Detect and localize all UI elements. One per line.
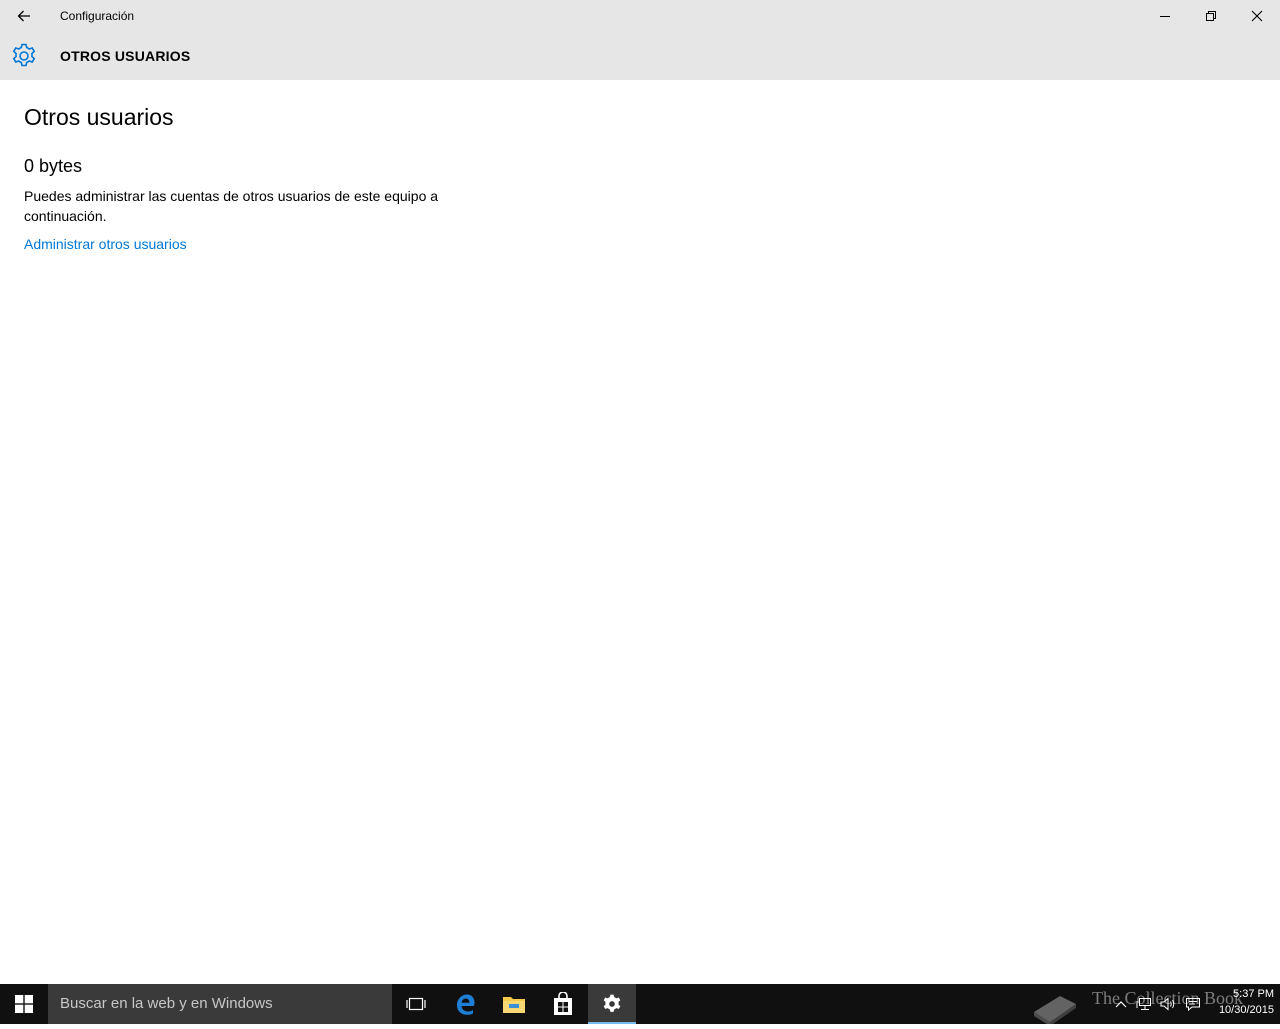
file-explorer-button[interactable]: [490, 984, 538, 1024]
edge-icon: [457, 994, 475, 1015]
page-title: Otros usuarios: [24, 104, 174, 130]
size-heading: 0 bytes: [24, 156, 83, 176]
start-button[interactable]: [0, 984, 48, 1024]
minimize-icon: [1160, 16, 1170, 17]
close-icon: [1251, 10, 1263, 22]
windows-logo-icon: [15, 995, 33, 1013]
window-title: Configuración: [60, 9, 135, 23]
store-button[interactable]: [539, 984, 587, 1024]
clock-date: 10/30/2015: [1218, 1004, 1274, 1016]
taskbar: Buscar en la web y en Windows The Collec…: [0, 984, 1280, 1026]
restore-button[interactable]: [1188, 0, 1234, 32]
search-box[interactable]: Buscar en la web y en Windows: [48, 984, 392, 1024]
manage-other-users-link[interactable]: Administrar otros usuarios: [24, 236, 187, 252]
gear-icon: [12, 43, 36, 67]
settings-gear-icon: [603, 994, 621, 1012]
notifications-icon: [1186, 998, 1200, 1011]
show-hidden-icons-button[interactable]: [1110, 984, 1132, 1024]
network-icon: [1136, 998, 1151, 1010]
close-button[interactable]: [1234, 0, 1280, 32]
folder-icon: [503, 997, 525, 1013]
clock-time: 5:37 PM: [1233, 988, 1274, 1000]
settings-taskbar-button[interactable]: [588, 984, 636, 1024]
network-button[interactable]: [1133, 984, 1155, 1024]
action-center-button[interactable]: [1182, 984, 1204, 1024]
search-placeholder: Buscar en la web y en Windows: [60, 995, 273, 1012]
description-text: Puedes administrar las cuentas de otros …: [24, 188, 439, 224]
task-view-button[interactable]: [392, 984, 440, 1024]
task-view-icon: [406, 997, 426, 1011]
book-logo-icon: [1034, 996, 1076, 1026]
clock[interactable]: 5:37 PM 10/30/2015: [1206, 986, 1274, 1018]
store-icon: [554, 992, 572, 1015]
back-arrow-icon: [17, 10, 30, 22]
restore-icon: [1206, 11, 1216, 21]
minimize-button[interactable]: [1142, 0, 1188, 32]
page-header: OTROS USUARIOS: [0, 32, 1280, 80]
edge-button[interactable]: [441, 984, 489, 1024]
back-button[interactable]: [0, 0, 48, 32]
title-bar: Configuración: [0, 0, 1280, 32]
speaker-icon: [1160, 997, 1175, 1011]
volume-button[interactable]: [1157, 984, 1179, 1024]
chevron-up-icon: [1115, 1001, 1127, 1008]
header-title: OTROS USUARIOS: [60, 48, 191, 64]
